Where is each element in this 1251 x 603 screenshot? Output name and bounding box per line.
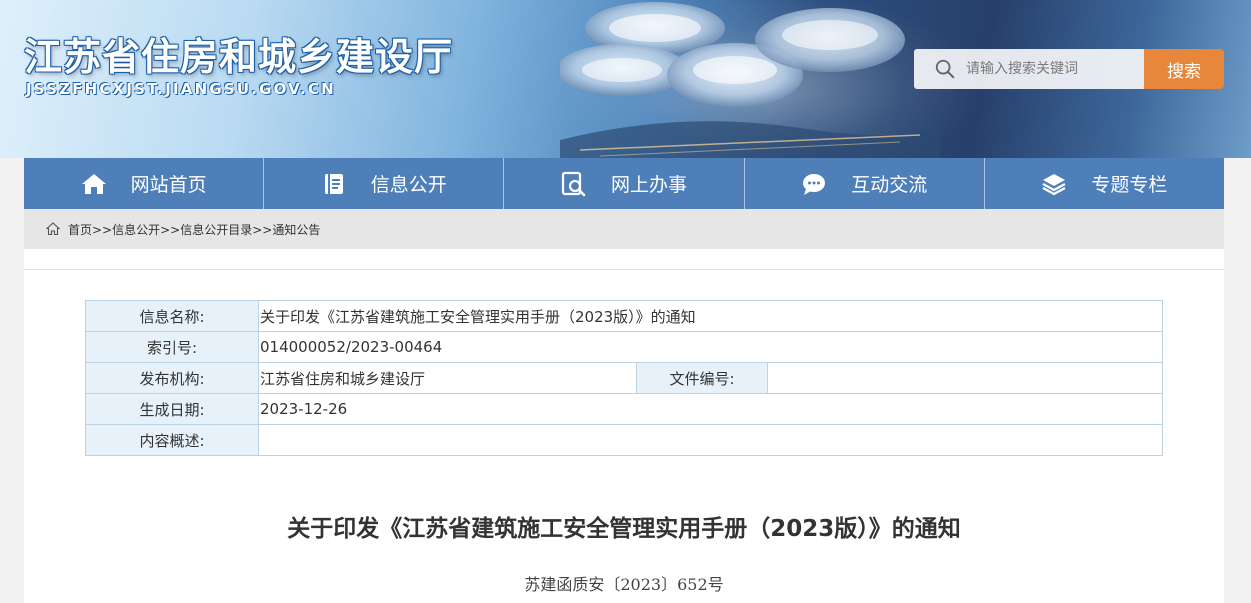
nav-item-home[interactable]: 网站首页 (24, 158, 263, 209)
info-name-value: 关于印发《江苏省建筑施工安全管理实用手册（2023版）》的通知 (258, 300, 1163, 332)
document-icon (321, 171, 347, 197)
table-row: 内容概述: (85, 424, 1163, 456)
doc-number-label: 文件编号: (636, 362, 768, 394)
search-button[interactable]: 搜索 (1144, 49, 1224, 89)
nav-item-info-public[interactable]: 信息公开 (263, 158, 503, 209)
chat-icon (801, 171, 827, 197)
table-row: 生成日期: 2023-12-26 (85, 393, 1163, 425)
search-icon (935, 59, 955, 79)
article-doc-number: 苏建函质安〔2023〕652号 (524, 575, 724, 594)
nav-item-label: 互动交流 (851, 174, 928, 196)
nav-item-interaction[interactable]: 互动交流 (743, 158, 984, 209)
publisher-value: 江苏省住房和城乡建设厅 (258, 362, 637, 394)
index-label: 索引号: (85, 331, 259, 363)
nav-item-special-topics[interactable]: 专题专栏 (983, 158, 1224, 209)
site-title: 江苏省住房和城乡建设厅 (24, 35, 454, 79)
summary-value (258, 424, 1163, 456)
publisher-label: 发布机构: (85, 362, 259, 394)
table-row: 索引号: 014000052/2023-00464 (85, 331, 1163, 363)
doc-number-value (767, 362, 1163, 394)
table-row: 信息名称: 关于印发《江苏省建筑施工安全管理实用手册（2023版）》的通知 (85, 300, 1163, 332)
site-banner: 江苏省住房和城乡建设厅 JSSZFHCXJST.JIANGSU.GOV.CN 搜… (0, 0, 1251, 158)
index-value: 014000052/2023-00464 (258, 331, 1163, 363)
content-area: 信息名称: 关于印发《江苏省建筑施工安全管理实用手册（2023版）》的通知 索引… (24, 249, 1224, 603)
search-input[interactable] (964, 60, 1138, 78)
layers-icon (1041, 171, 1067, 197)
breadcrumb: 首页>>信息公开>>信息公开目录>>通知公告 (24, 209, 1224, 249)
site-domain: JSSZFHCXJST.JIANGSU.GOV.CN (26, 80, 336, 98)
info-name-label: 信息名称: (85, 300, 259, 332)
home-icon (81, 171, 107, 197)
date-label: 生成日期: (85, 393, 259, 425)
table-row: 发布机构: 江苏省住房和城乡建设厅 文件编号: (85, 362, 1163, 394)
nav-item-label: 信息公开 (370, 174, 447, 196)
search-doc-icon (561, 171, 587, 197)
banner-arena-image (560, 2, 940, 158)
nav-item-label: 专题专栏 (1091, 174, 1168, 196)
search-box (914, 49, 1144, 89)
main-nav: 网站首页 信息公开 网上办事 互动交流 专题专栏 (24, 158, 1224, 209)
home-icon (46, 222, 60, 236)
nav-item-label: 网上办事 (611, 174, 688, 196)
breadcrumb-text[interactable]: 首页>>信息公开>>信息公开目录>>通知公告 (68, 221, 320, 238)
nav-item-online-service[interactable]: 网上办事 (503, 158, 743, 209)
info-meta-table: 信息名称: 关于印发《江苏省建筑施工安全管理实用手册（2023版）》的通知 索引… (85, 300, 1163, 456)
date-value: 2023-12-26 (258, 393, 1163, 425)
divider (24, 269, 1224, 270)
article-title: 关于印发《江苏省建筑施工安全管理实用手册（2023版）》的通知 (287, 516, 961, 542)
summary-label: 内容概述: (85, 424, 259, 456)
nav-item-label: 网站首页 (130, 174, 207, 196)
